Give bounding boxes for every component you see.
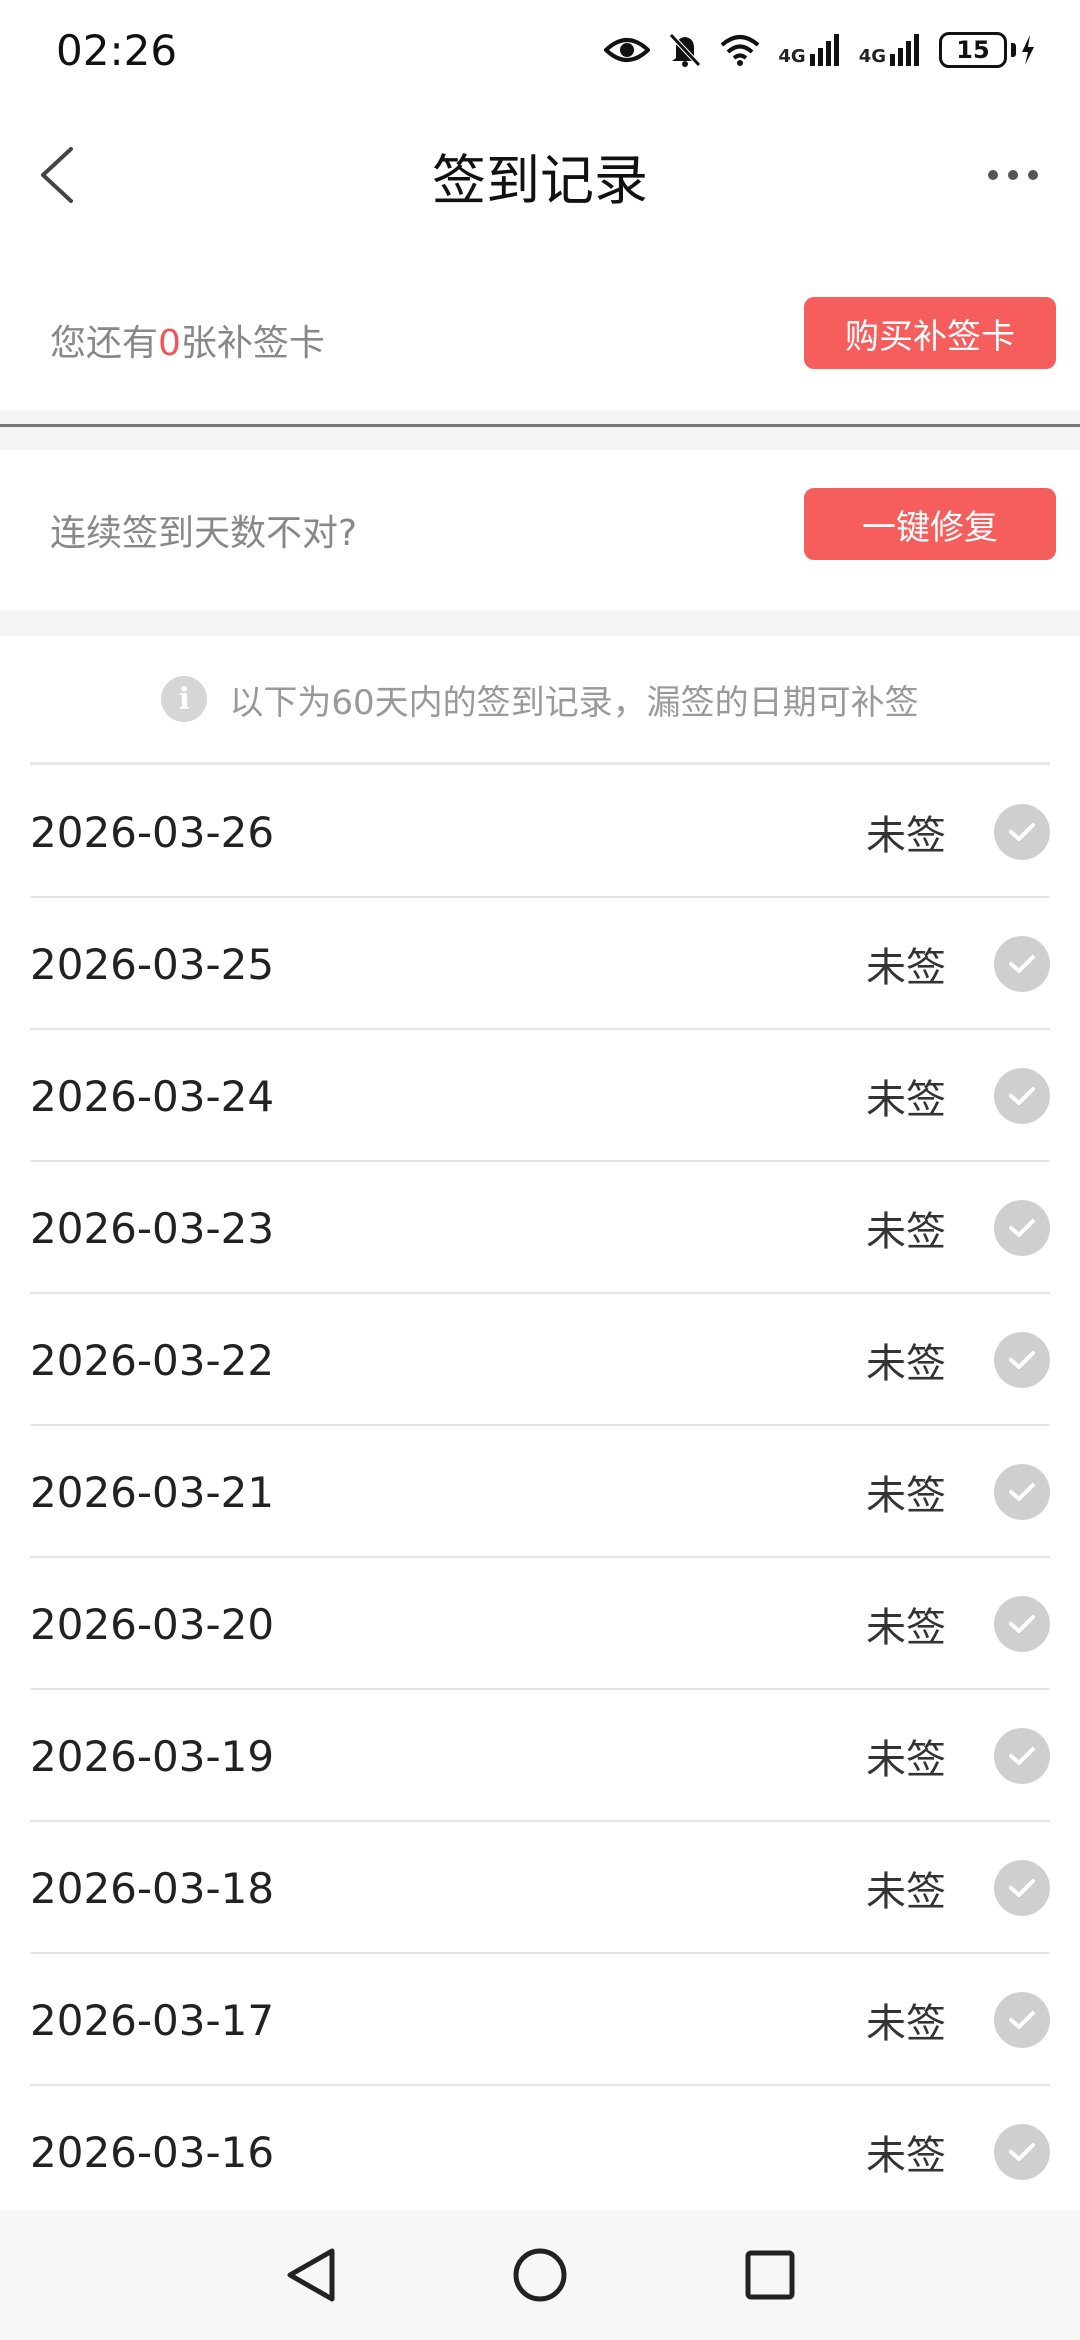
record-row[interactable]: 2026-03-25 未签	[0, 898, 1080, 1030]
record-list: 2026-03-26 未签 2026-03-25 未签 2026-03-24 未签 2026…	[0, 766, 1080, 2218]
back-button[interactable]	[22, 140, 92, 210]
check-circle-icon	[994, 1200, 1050, 1256]
repair-section: 连续签到天数不对? 一键修复	[0, 450, 1080, 610]
record-date: 2026-03-18	[30, 1863, 275, 1913]
makeup-card-count-text: 您还有0张补签卡	[50, 314, 325, 366]
record-date: 2026-03-17	[30, 1995, 275, 2045]
record-row[interactable]: 2026-03-22 未签	[0, 1294, 1080, 1426]
record-status: 未签	[866, 1737, 946, 1783]
record-row[interactable]: 2026-03-16 未签	[0, 2086, 1080, 2218]
makeup-card-count: 0	[158, 323, 181, 364]
section-divider-line	[0, 424, 1080, 427]
triangle-back-icon	[287, 2248, 335, 2302]
one-click-repair-button[interactable]: 一键修复	[804, 488, 1056, 560]
check-circle-icon	[994, 804, 1050, 860]
eye-icon	[604, 34, 651, 66]
bell-off-icon	[668, 32, 702, 68]
record-date: 2026-03-24	[30, 1071, 275, 1121]
check-circle-icon	[994, 1728, 1050, 1784]
record-date: 2026-03-22	[30, 1335, 275, 1385]
record-status: 未签	[866, 2133, 946, 2179]
makeup-card-prefix: 您还有	[50, 323, 159, 364]
signal-1-icon: 4G	[778, 34, 840, 66]
system-nav-bar	[0, 2210, 1080, 2340]
record-row[interactable]: 2026-03-19 未签	[0, 1690, 1080, 1822]
charging-icon	[1022, 35, 1034, 65]
check-circle-icon	[994, 1992, 1050, 2048]
info-icon: i	[161, 676, 208, 722]
repair-label: 连续签到天数不对?	[50, 513, 358, 554]
record-date: 2026-03-21	[30, 1467, 275, 1517]
record-status: 未签	[866, 1605, 946, 1651]
check-circle-icon	[994, 1464, 1050, 1520]
status-time: 02:26	[56, 25, 178, 75]
record-date: 2026-03-16	[30, 2127, 275, 2177]
record-status: 未签	[866, 813, 946, 859]
record-row[interactable]: 2026-03-26 未签	[0, 766, 1080, 898]
status-bar: 02:26 4G 4G 15	[0, 0, 1080, 100]
system-home-button[interactable]	[500, 2235, 580, 2315]
record-row[interactable]: 2026-03-17 未签	[0, 1954, 1080, 2086]
record-date: 2026-03-23	[30, 1203, 275, 1253]
buy-makeup-card-button[interactable]: 购买补签卡	[804, 297, 1056, 369]
record-date: 2026-03-19	[30, 1731, 275, 1781]
check-circle-icon	[994, 1068, 1050, 1124]
system-recents-button[interactable]	[730, 2235, 810, 2315]
battery-cap	[1011, 43, 1016, 57]
record-status: 未签	[866, 1341, 946, 1387]
record-row[interactable]: 2026-03-18 未签	[0, 1822, 1080, 1954]
system-back-button[interactable]	[270, 2235, 350, 2315]
record-row[interactable]: 2026-03-21 未签	[0, 1426, 1080, 1558]
battery-level: 15	[939, 32, 1007, 68]
notice-divider	[30, 762, 1050, 765]
notice-banner: i 以下为60天内的签到记录，漏签的日期可补签	[0, 636, 1080, 762]
more-dot-icon	[1028, 170, 1038, 180]
check-circle-icon	[994, 936, 1050, 992]
more-dot-icon	[988, 170, 998, 180]
record-row[interactable]: 2026-03-20 未签	[0, 1558, 1080, 1690]
record-status: 未签	[866, 1473, 946, 1519]
section-gap	[0, 410, 1080, 450]
record-status: 未签	[866, 1077, 946, 1123]
record-status: 未签	[866, 1209, 946, 1255]
more-options-button[interactable]	[968, 145, 1058, 205]
page-title: 签到记录	[432, 148, 648, 212]
nav-bar: 签到记录	[0, 110, 1080, 240]
record-row[interactable]: 2026-03-24 未签	[0, 1030, 1080, 1162]
square-recents-icon	[745, 2250, 795, 2300]
status-icons: 4G 4G 15	[604, 32, 1036, 68]
battery-icon: 15	[939, 32, 1036, 68]
signal-1-label: 4G	[778, 46, 806, 67]
check-circle-icon	[994, 1596, 1050, 1652]
check-circle-icon	[994, 1332, 1050, 1388]
more-dot-icon	[1008, 170, 1018, 180]
check-circle-icon	[994, 2124, 1050, 2180]
record-date: 2026-03-25	[30, 939, 275, 989]
circle-home-icon	[513, 2248, 567, 2302]
wifi-icon	[720, 33, 760, 67]
record-status: 未签	[866, 1869, 946, 1915]
chevron-left-icon	[41, 147, 73, 203]
check-circle-icon	[994, 1860, 1050, 1916]
record-row[interactable]: 2026-03-23 未签	[0, 1162, 1080, 1294]
record-status: 未签	[866, 945, 946, 991]
signal-2-label: 4G	[858, 46, 886, 67]
record-status: 未签	[866, 2001, 946, 2047]
record-date: 2026-03-26	[30, 807, 275, 857]
makeup-card-section: 您还有0张补签卡 购买补签卡	[0, 270, 1080, 410]
notice-text: 以下为60天内的签到记录，漏签的日期可补签	[229, 682, 919, 723]
record-date: 2026-03-20	[30, 1599, 275, 1649]
section-gap	[0, 610, 1080, 636]
makeup-card-suffix: 张补签卡	[180, 323, 325, 364]
signal-2-icon: 4G	[859, 34, 921, 66]
